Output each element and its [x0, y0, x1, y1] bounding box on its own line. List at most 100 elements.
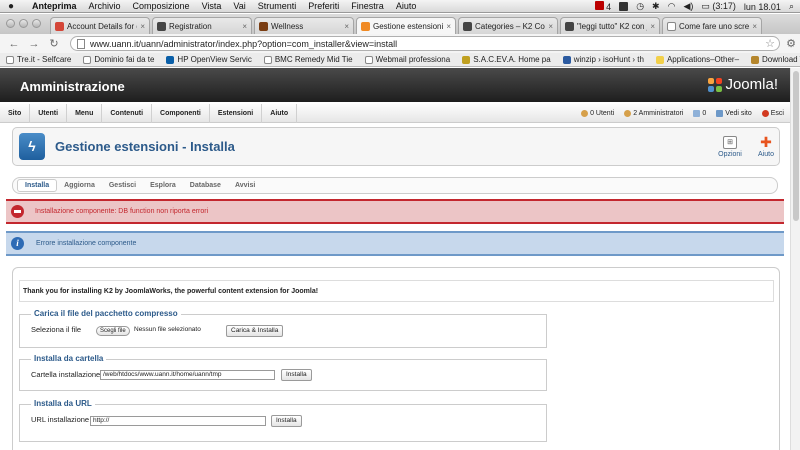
- joomla-logo-icon: [708, 77, 723, 92]
- address-toolbar: ← → ↻ ⌂ www.uann.it/uann/administrator/i…: [0, 34, 800, 53]
- time-machine-icon[interactable]: ◷: [636, 1, 644, 12]
- browser-tab[interactable]: Categories – K2 Commu×: [458, 17, 558, 34]
- admins-status[interactable]: 2 Amministratori: [624, 110, 683, 117]
- close-tab-icon[interactable]: ×: [242, 22, 247, 31]
- menu-archivio[interactable]: Archivio: [89, 1, 121, 11]
- bookmark-item[interactable]: Tre.it - Selfcare: [6, 55, 71, 64]
- menu-menu[interactable]: Menu: [67, 103, 103, 123]
- upload-package-fieldset: Carica il file del pacchetto compresso S…: [19, 309, 547, 348]
- search-icon[interactable]: ⌕: [789, 1, 794, 12]
- bookmark-item[interactable]: winzip › isoHunt › th: [562, 55, 644, 64]
- reload-icon[interactable]: ↻: [48, 37, 60, 50]
- wrench-icon[interactable]: ⚙: [786, 37, 796, 50]
- wifi-icon[interactable]: ◠: [668, 1, 676, 12]
- bookmark-star-icon[interactable]: ☆: [765, 37, 775, 50]
- scrollbar-thumb[interactable]: [793, 71, 799, 221]
- page-toolbar: ϟ Gestione estensioni - Installa ⊞ Opzio…: [12, 127, 780, 166]
- menu-componenti[interactable]: Componenti: [152, 103, 210, 123]
- close-tab-icon[interactable]: ×: [650, 22, 655, 31]
- menu-strumenti[interactable]: Strumenti: [258, 1, 297, 11]
- forward-icon[interactable]: →: [28, 38, 40, 50]
- install-folder-input[interactable]: /web/htdocs/www.uann.it/home/uann/tmp: [100, 370, 275, 380]
- menu-aiuto[interactable]: Aiuto: [396, 1, 417, 11]
- upload-install-button[interactable]: Carica & Installa: [226, 325, 284, 337]
- view-site-link[interactable]: Vedi sito: [716, 110, 752, 117]
- menu-vai[interactable]: Vai: [233, 1, 245, 11]
- zoom-window-button[interactable]: [32, 19, 41, 28]
- help-button[interactable]: ✚ Aiuto: [751, 133, 781, 163]
- bluetooth-icon[interactable]: ✱: [652, 1, 660, 12]
- submenu-tabs: Installa Aggiorna Gestisci Esplora Datab…: [12, 177, 778, 194]
- bookmark-item[interactable]: BMC Remedy Mid Tie: [263, 55, 353, 64]
- tab-label: Registration: [169, 21, 212, 31]
- url-text[interactable]: www.uann.it/uann/administrator/index.php…: [90, 39, 397, 49]
- close-tab-icon[interactable]: ×: [548, 22, 553, 31]
- tab-esplora[interactable]: Esplora: [143, 180, 183, 191]
- url-bar[interactable]: www.uann.it/uann/administrator/index.php…: [70, 36, 780, 51]
- messages-status[interactable]: 0: [693, 110, 706, 117]
- menu-utenti[interactable]: Utenti: [30, 103, 68, 123]
- options-button[interactable]: ⊞ Opzioni: [715, 133, 745, 163]
- app-status-icon[interactable]: [619, 2, 629, 11]
- minimize-window-button[interactable]: [19, 19, 28, 28]
- window-controls: [6, 19, 41, 28]
- tab-gestisci[interactable]: Gestisci: [102, 180, 143, 191]
- bookmark-item[interactable]: Download Torrents: [751, 55, 800, 64]
- back-icon[interactable]: ←: [8, 38, 20, 50]
- adobe-icon[interactable]: 4: [594, 1, 611, 12]
- users-status[interactable]: 0 Utenti: [581, 110, 614, 117]
- install-url-input[interactable]: http://: [90, 416, 266, 426]
- battery-icon[interactable]: ▭ (3:17): [701, 1, 736, 12]
- browser-tab[interactable]: Come fare uno screensh×: [662, 17, 762, 34]
- menu-contenuti[interactable]: Contenuti: [102, 103, 153, 123]
- url-install-button[interactable]: Installa: [271, 415, 302, 427]
- hp-icon: [166, 55, 175, 64]
- battery-label: (3:17): [712, 1, 736, 11]
- menu-vista[interactable]: Vista: [202, 1, 222, 11]
- info-icon: i: [11, 237, 24, 250]
- tab-aggiorna[interactable]: Aggiorna: [57, 180, 102, 191]
- tab-database[interactable]: Database: [183, 180, 228, 191]
- close-window-button[interactable]: [6, 19, 15, 28]
- tab-avvisi[interactable]: Avvisi: [228, 180, 262, 191]
- site-icon: [751, 55, 760, 64]
- bookmark-item[interactable]: Dominio fai da te: [83, 55, 154, 64]
- browser-tab[interactable]: Account Details for dev×: [50, 17, 150, 34]
- browser-tab[interactable]: Wellness ×: [254, 17, 354, 34]
- menu-app[interactable]: Anteprima: [32, 1, 77, 11]
- bookmark-label: winzip › isoHunt › th: [573, 55, 644, 64]
- bookmark-item[interactable]: HP OpenView Servic: [166, 55, 252, 64]
- bookmark-label: BMC Remedy Mid Tie: [274, 55, 353, 64]
- admin-title: Amministrazione: [20, 79, 125, 94]
- page-icon: [6, 55, 14, 64]
- page-scrollbar[interactable]: [790, 68, 800, 450]
- apple-icon[interactable]: ●: [8, 1, 22, 12]
- browser-tab[interactable]: "leggi tutto" K2 con jool×: [560, 17, 660, 34]
- menu-aiuto[interactable]: Aiuto: [262, 103, 298, 123]
- clock[interactable]: lun 18.01: [744, 2, 781, 12]
- browser-tab[interactable]: Registration ×: [152, 17, 252, 34]
- logout-link[interactable]: Esci: [761, 110, 784, 117]
- folder-install-button[interactable]: Installa: [281, 369, 312, 381]
- page-title: Gestione estensioni - Installa: [55, 139, 235, 154]
- menu-preferiti[interactable]: Preferiti: [308, 1, 339, 11]
- browser-tab-active[interactable]: Gestione estensioni - Inst×: [356, 17, 456, 35]
- folder-legend: Installa da cartella: [31, 354, 107, 363]
- close-tab-icon[interactable]: ×: [344, 22, 349, 31]
- bookmark-label: Webmail professiona: [375, 55, 451, 64]
- close-tab-icon[interactable]: ×: [446, 22, 451, 31]
- bookmark-item[interactable]: S.A.C.EV.A. Home pa: [462, 55, 551, 64]
- gmail-icon: [55, 21, 64, 31]
- choose-file-button[interactable]: Scegli file: [96, 326, 130, 336]
- menu-estensioni[interactable]: Estensioni: [210, 103, 263, 123]
- menu-composizione[interactable]: Composizione: [133, 1, 190, 11]
- bookmark-item[interactable]: Applications–Other–: [655, 55, 739, 64]
- tab-installa[interactable]: Installa: [17, 179, 58, 192]
- close-tab-icon[interactable]: ×: [752, 22, 757, 31]
- volume-icon[interactable]: ◀): [683, 1, 693, 12]
- close-tab-icon[interactable]: ×: [140, 22, 145, 31]
- bookmark-item[interactable]: Webmail professiona: [364, 55, 451, 64]
- joomla-logo[interactable]: Joomla!: [708, 76, 778, 93]
- menu-finestra[interactable]: Finestra: [351, 1, 384, 11]
- menu-sito[interactable]: Sito: [0, 103, 31, 123]
